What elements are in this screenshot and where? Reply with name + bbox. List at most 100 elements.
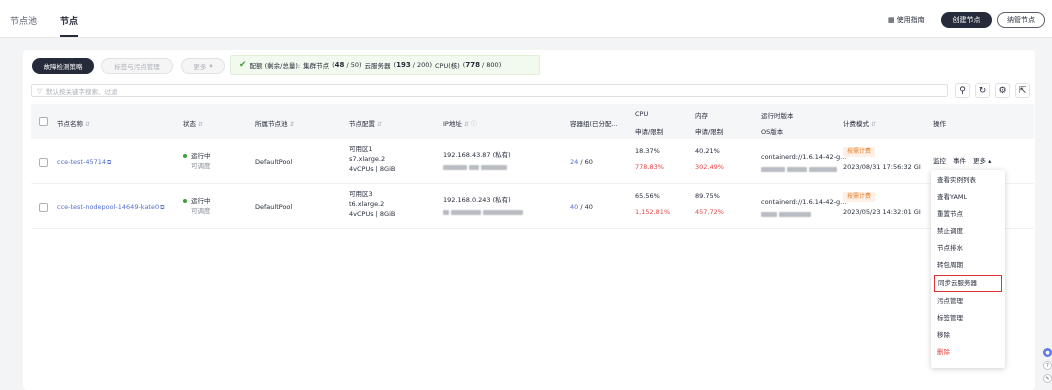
quota-cpu: (778 / 800) (462, 61, 502, 69)
menu-item-disable-schedule[interactable]: 禁止调度 (931, 223, 1005, 240)
quota-prefix: 配额 (剩余/总量): (249, 62, 301, 70)
th-cpu: CPU (635, 110, 649, 118)
cpu-request: 18.37% (635, 147, 660, 155)
schedule-text: 可调度 (191, 162, 211, 170)
row-checkbox[interactable] (39, 203, 48, 212)
quota-cluster: (48 / 50) (332, 61, 362, 69)
quota-cluster-label: 集群节点 (303, 62, 330, 70)
more-actions-menu: 查看实例列表 查看YAML 重置节点 禁止调度 节点排水 转包周期 同步云服务器… (931, 170, 1005, 368)
search-icon[interactable]: ⚲ (955, 83, 970, 98)
guide-icon: ▦ (888, 16, 895, 24)
menu-item-delete[interactable]: 删除 (931, 344, 1005, 361)
table-row: cce-test-nodepool-14649-kate0⧉ 运行中 可调度 D… (31, 185, 1034, 229)
th-mem-sub: 申请/限制 (695, 128, 724, 136)
th-pool[interactable]: 所属节点池 ⇵ (255, 118, 295, 128)
menu-item-view-yaml[interactable]: 查看YAML (931, 189, 1005, 206)
mem-limit: 457.72% (695, 208, 724, 216)
quota-cpu-label: CPU(核) (434, 62, 460, 70)
status-text: 运行中 (183, 196, 211, 206)
pods-value: 24 / 60 (570, 158, 593, 166)
create-node-button[interactable]: 创建节点 (941, 12, 992, 28)
menu-item-sync-cloud-server[interactable]: 同步云服务器 (934, 275, 1002, 292)
op-more-link[interactable]: 更多 ▴ (973, 156, 991, 166)
search-placeholder: 默认按关键字搜索、过滤 (46, 87, 118, 96)
th-ip[interactable]: IP地址 ⇵ ⓘ (443, 118, 477, 128)
status-text: 运行中 (183, 151, 211, 161)
feedback-icon[interactable]: ✎ (1043, 374, 1052, 383)
billing-badge: 按需计费 (843, 146, 876, 157)
th-name[interactable]: 节点名称 ⇵ (57, 118, 90, 128)
runtime-text: containerd://1.6.14-42-g... (761, 153, 847, 161)
settings-icon[interactable]: ⚙ (995, 83, 1010, 98)
tab-node[interactable]: 节点 (60, 14, 79, 37)
menu-item-view-instances[interactable]: 查看实例列表 (931, 172, 1005, 189)
pool-text: DefaultPool (255, 203, 293, 211)
guide-link[interactable]: ▦ 使用指南 (888, 15, 925, 25)
th-pods: 容器组(已分配... (570, 120, 618, 128)
th-status[interactable]: 状态 ⇵ (183, 118, 203, 128)
taint-label-button[interactable]: 标签与污点管理 (101, 58, 173, 74)
flavor-text: t6.xlarge.2 (349, 200, 385, 208)
ip-text: 192.168.43.87 (私有) (443, 151, 511, 159)
blurred-os (761, 209, 812, 219)
mem-limit: 302.49% (695, 163, 724, 171)
guide-label: 使用指南 (896, 16, 925, 24)
filter-icon: ▽ (37, 86, 42, 95)
th-mem: 内存 (695, 112, 708, 120)
caret-up-icon: ▴ (988, 157, 992, 165)
menu-item-reset-node[interactable]: 重置节点 (931, 206, 1005, 223)
status-dot-icon (183, 199, 187, 203)
zone-text: 可用区1 (349, 145, 373, 153)
pods-value: 40 / 40 (570, 203, 593, 211)
fault-detection-button[interactable]: 故障检测策略 (32, 58, 94, 74)
menu-item-taint-manage[interactable]: 污点管理 (931, 293, 1005, 310)
external-link-icon: ⧉ (160, 204, 165, 211)
manage-node-button[interactable]: 纳管节点 (997, 12, 1045, 28)
ip-text: 192.168.0.243 (私有) (443, 196, 511, 204)
quota-cloud: (193 / 200) (393, 61, 432, 69)
spec-text: 4vCPUs | 8GiB (349, 210, 396, 218)
node-name-link[interactable]: cce-test-nodepool-14649-kate0⧉ (57, 202, 164, 213)
help-float-icon[interactable]: ? (1043, 361, 1052, 370)
tab-nodepool[interactable]: 节点池 (10, 14, 37, 27)
blurred-ip (443, 207, 524, 217)
status-dot-icon (183, 154, 187, 158)
blurred-ip (443, 162, 508, 172)
menu-item-label-manage[interactable]: 标签管理 (931, 310, 1005, 327)
cpu-limit: 778.83% (635, 163, 664, 171)
th-ops: 操作 (933, 120, 946, 128)
th-cpu-sub: 申请/限制 (635, 128, 664, 136)
search-input[interactable]: ▽ 默认按关键字搜索、过滤 (31, 84, 948, 97)
row-checkbox[interactable] (39, 158, 48, 167)
top-bar: 节点池 节点 ▦ 使用指南 创建节点 纳管节点 (0, 0, 1052, 38)
menu-item-to-subscription[interactable]: 转包周期 (931, 257, 1005, 274)
menu-item-remove[interactable]: 移除 (931, 327, 1005, 344)
billing-badge: 按需计费 (843, 191, 876, 202)
blurred-os (761, 164, 838, 174)
op-monitor-link[interactable]: 监控 (933, 156, 946, 166)
cpu-limit: 1,152.81% (635, 208, 671, 216)
op-event-link[interactable]: 事件 (953, 156, 966, 166)
assistant-icon[interactable]: ● (1043, 348, 1052, 357)
th-runtime-sub: OS版本 (761, 128, 784, 136)
node-name-link[interactable]: cce-test-45714⧉ (57, 157, 111, 168)
th-runtime: 运行时版本 (761, 112, 794, 120)
zone-text: 可用区3 (349, 190, 373, 198)
more-button[interactable]: 更多 ▾ (181, 58, 225, 74)
menu-item-drain-node[interactable]: 节点排水 (931, 240, 1005, 257)
pool-text: DefaultPool (255, 158, 293, 166)
select-all-checkbox[interactable] (39, 117, 48, 126)
mem-request: 89.75% (695, 192, 720, 200)
flavor-text: s7.xlarge.2 (349, 155, 386, 163)
table-header: 节点名称 ⇵ 状态 ⇵ 所属节点池 ⇵ 节点配置 ⇵ IP地址 ⇵ ⓘ 容器组(已分配...… (31, 104, 1034, 139)
th-config[interactable]: 节点配置 ⇵ (349, 118, 382, 128)
refresh-icon[interactable]: ↻ (975, 83, 990, 98)
check-icon: ✔ (239, 60, 247, 70)
spec-text: 4vCPUs | 8GiB (349, 165, 396, 173)
th-billing[interactable]: 计费模式 ⇵ (843, 118, 876, 128)
schedule-text: 可调度 (191, 207, 211, 215)
help-icon: ⓘ (470, 121, 477, 128)
table-row: cce-test-45714⧉ 运行中 可调度 DefaultPool 可用区1… (31, 140, 1034, 184)
export-icon[interactable]: ⇱ (1015, 83, 1030, 98)
runtime-text: containerd://1.6.14-42-g... (761, 198, 847, 206)
